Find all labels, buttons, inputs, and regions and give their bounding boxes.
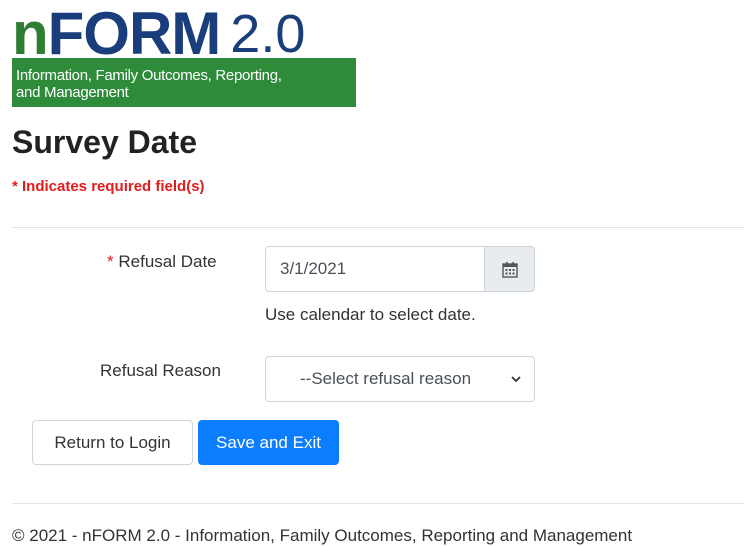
refusal-date-help: Use calendar to select date. [265, 305, 476, 324]
logo-tagline-line1: Information, Family Outcomes, Reporting, [16, 67, 282, 84]
logo-form-text: FORM [47, 0, 222, 67]
refusal-date-input[interactable]: 3/1/2021 [265, 246, 485, 292]
chevron-down-icon [511, 376, 521, 383]
refusal-reason-selected: --Select refusal reason [300, 369, 472, 388]
refusal-reason-select[interactable]: --Select refusal reason [265, 356, 535, 402]
required-marker: * [107, 252, 114, 271]
refusal-reason-label: Refusal Reason [100, 361, 221, 380]
refusal-date-group: 3/1/2021 [265, 246, 535, 292]
footer-text: © 2021 - nFORM 2.0 - Information, Family… [12, 526, 633, 545]
calendar-button[interactable] [484, 246, 535, 292]
required-fields-note: * Indicates required field(s) [12, 178, 205, 195]
divider-bottom [12, 503, 744, 504]
refusal-date-label-text: Refusal Date [118, 252, 217, 271]
logo-wordmark: nFORM 2.0 [12, 4, 305, 64]
refusal-date-label: * Refusal Date [107, 252, 217, 272]
save-and-exit-button[interactable]: Save and Exit [198, 420, 339, 465]
divider-top [12, 227, 744, 228]
logo-tagline-line2: and Management [16, 84, 129, 101]
return-to-login-button[interactable]: Return to Login [32, 420, 193, 465]
calendar-icon [501, 261, 518, 278]
logo-tagline-band: Information, Family Outcomes, Reporting,… [12, 58, 356, 107]
nform-logo: nFORM 2.0 Information, Family Outcomes, R… [12, 4, 356, 108]
page-title: Survey Date [12, 124, 197, 160]
logo-version: 2.0 [230, 4, 306, 64]
logo-letter-n: n [12, 0, 49, 67]
